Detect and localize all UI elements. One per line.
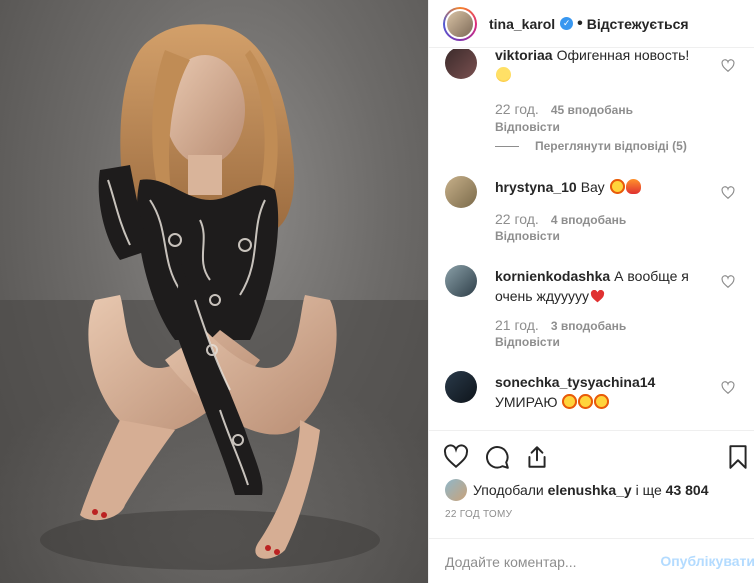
like-comment-heart-icon[interactable] [721,275,735,289]
comments-list[interactable]: viktoriaa Офигенная новость! 22 год. 45 вп… [429,49,754,430]
star-struck-emoji-icon [578,394,594,409]
comment-text: Офигенная новость! [556,49,690,63]
author-username[interactable]: tina_karol [489,16,555,32]
follow-status-button[interactable]: Відстежується [587,16,689,32]
comment-avatar[interactable] [445,371,477,403]
view-replies-link[interactable]: Переглянути відповіді (5) [495,139,687,153]
post-comment-button[interactable]: Опублікувати [660,553,754,569]
share-icon[interactable] [524,444,550,470]
author-avatar[interactable] [443,6,477,41]
fire-emoji-icon [625,179,641,194]
comment-bubble-icon[interactable] [484,444,510,470]
star-struck-emoji-icon [562,394,578,409]
smile-emoji-icon [496,67,511,82]
comment-likes[interactable]: 4 вподобань [551,213,626,227]
comment-avatar[interactable] [445,265,477,297]
star-struck-emoji-icon [609,179,625,194]
post-time-ago[interactable]: 22 ГОД ТОМУ [445,509,512,520]
comment-body: viktoriaa Офигенная новость! [495,49,715,85]
like-comment-heart-icon[interactable] [721,59,735,73]
star-struck-emoji-icon [594,394,610,409]
post-photo-illustration [0,24,428,583]
like-comment-heart-icon[interactable] [721,381,735,395]
bookmark-icon[interactable] [725,444,751,470]
comment-time[interactable]: 22 год. [495,211,539,227]
reply-link[interactable]: Відповісти [495,120,560,134]
comment-meta: 21 год. 3 вподобань [495,317,626,333]
post-actions-bar [429,430,754,470]
add-comment-input[interactable] [445,552,645,572]
comment-avatar[interactable] [445,176,477,208]
comment-username[interactable]: hrystyna_10 [495,179,577,195]
comment-meta: 22 год. 45 вподобань [495,101,633,117]
comment-body: kornienkodashka А вообще я очень ждууууу [495,266,715,306]
heart-outline-icon[interactable] [443,444,469,470]
comment-username[interactable]: kornienkodashka [495,268,610,284]
comment-meta: 22 год. 4 вподобань [495,211,626,227]
likes-count[interactable]: 43 804 [666,482,709,498]
comment-username[interactable]: viktoriaa [495,49,553,63]
comment-time[interactable]: 21 год. [495,317,539,333]
liker-avatar[interactable] [445,479,467,501]
comment-time[interactable]: 22 год. [495,101,539,117]
comment-avatar[interactable] [445,49,477,79]
view-replies-label: Переглянути відповіді (5) [535,139,687,153]
likes-middle: і ще [635,482,662,498]
comment-likes[interactable]: 3 вподобань [551,319,626,333]
view-replies-line [495,145,519,147]
comment-username[interactable]: sonechka_tysyachina14 [495,374,655,390]
reply-link[interactable]: Відповісти [495,229,560,243]
likes-prefix: Уподобали [473,482,544,498]
reply-link[interactable]: Відповісти [495,335,560,349]
liker-username[interactable]: elenushka_y [548,482,632,498]
red-heart-emoji-icon [590,290,605,303]
post-photo[interactable] [0,0,428,583]
comment-likes[interactable]: 45 вподобань [551,103,633,117]
comment-body: hrystyna_10 Вау [495,177,715,197]
post-header: tina_karol ✓ • Відстежується [429,0,754,48]
comment-body: sonechka_tysyachina14 УМИРАЮ [495,372,715,412]
post-side-panel: tina_karol ✓ • Відстежується viktoriaa Оф… [428,0,754,583]
separator-dot: • [577,14,583,32]
like-comment-heart-icon[interactable] [721,186,735,200]
verified-badge-icon: ✓ [560,17,574,30]
comment-form: Опублікувати [429,538,754,583]
likes-summary: Уподобали elenushka_y і ще 43 804 [445,479,708,501]
comment-text: УМИРАЮ [495,394,558,410]
comment-text: Вау [580,179,605,195]
